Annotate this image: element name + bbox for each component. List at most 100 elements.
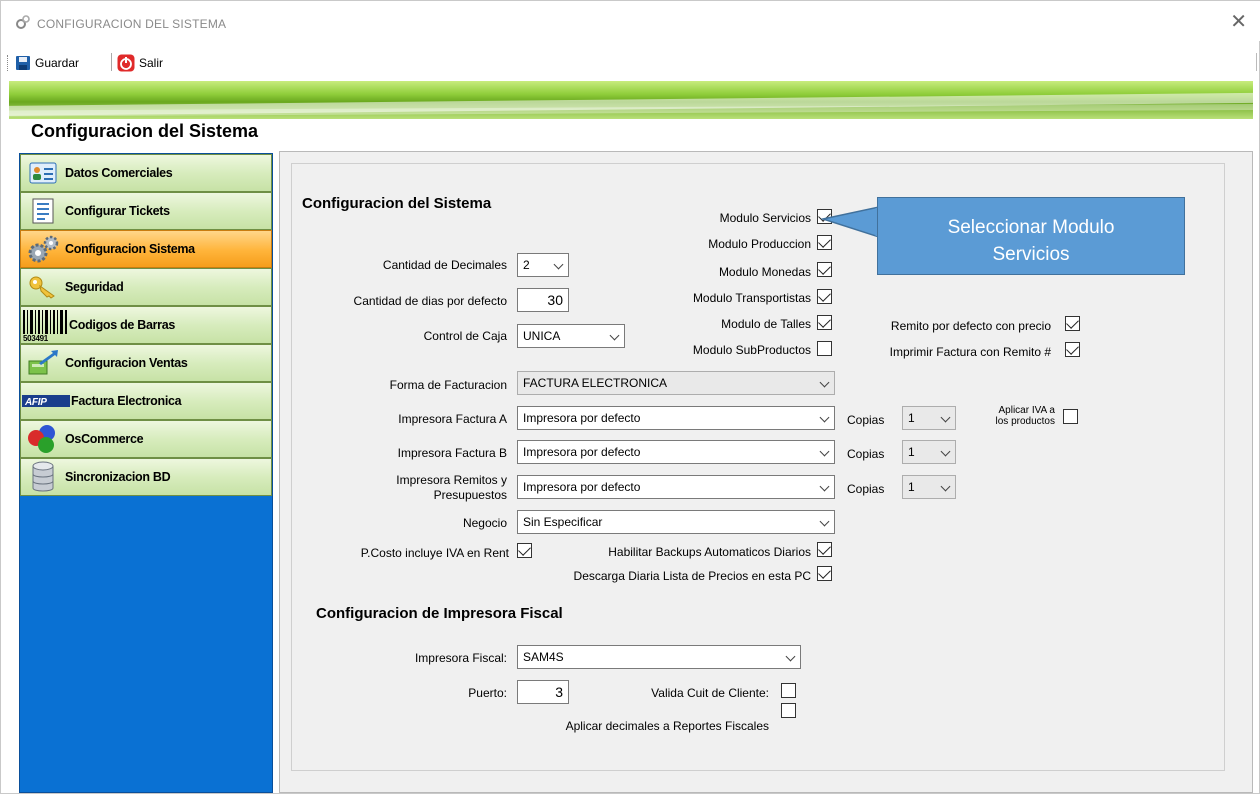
sales-arrow-icon: [21, 345, 65, 381]
colored-balls-icon: [21, 421, 65, 457]
download-prices-checkbox[interactable]: [817, 566, 832, 581]
exit-button[interactable]: Salir: [117, 53, 163, 73]
cash-control-value: UNICA: [523, 329, 561, 343]
printer-a-label: Impresora Factura A: [398, 412, 507, 426]
sidebar-item-label: Sincronizacion BD: [65, 470, 171, 484]
sidebar-item-label: Configurar Tickets: [65, 204, 170, 218]
iva-checkbox[interactable]: [1063, 409, 1078, 424]
power-icon: [117, 54, 135, 72]
database-icon: [21, 459, 65, 495]
fiscal-printer-value: SAM4S: [523, 650, 564, 664]
toolbar-grip[interactable]: [7, 55, 10, 71]
cost-iva-checkbox[interactable]: [517, 543, 532, 558]
config-window: CONFIGURACION DEL SISTEMA ✕ Guardar Sali…: [0, 0, 1260, 794]
title-bar: CONFIGURACION DEL SISTEMA ✕: [1, 1, 1260, 41]
copies-remitos-value: 1: [908, 480, 915, 494]
download-prices-label: Descarga Diaria Lista de Precios en esta…: [573, 569, 811, 583]
printer-remitos-label: Impresora Remitos y Presupuestos: [301, 473, 507, 503]
save-button[interactable]: Guardar: [15, 53, 79, 73]
copies-b-select[interactable]: 1: [902, 440, 956, 464]
sidebar-item-label: Factura Electronica: [71, 394, 182, 408]
decimals-select[interactable]: 2: [517, 253, 569, 277]
validate-cuit-checkbox[interactable]: [781, 683, 796, 698]
sidebar-item-codigos-de-barras[interactable]: 503491 Codigos de Barras: [20, 306, 272, 344]
days-input[interactable]: 30: [517, 288, 569, 312]
system-heading: Configuracion del Sistema: [302, 195, 492, 212]
sidebar: Datos Comerciales Configurar Tickets Con…: [19, 153, 273, 793]
fiscal-printer-select[interactable]: SAM4S: [517, 645, 801, 669]
backups-checkbox[interactable]: [817, 542, 832, 557]
validate-cuit-label: Valida Cuit de Cliente:: [651, 686, 769, 700]
sidebar-item-configuracion-sistema[interactable]: Configuracion Sistema: [20, 230, 272, 268]
sidebar-item-oscommerce[interactable]: OsCommerce: [20, 420, 272, 458]
chevron-down-icon: [940, 412, 951, 423]
toolbar-end-separator: [1256, 53, 1257, 71]
chevron-down-icon: [819, 481, 830, 492]
sidebar-item-configuracion-ventas[interactable]: Configuracion Ventas: [20, 344, 272, 382]
fiscal-decimals-label: Aplicar decimales a Reportes Fiscales: [565, 719, 769, 733]
close-icon[interactable]: ✕: [1230, 11, 1247, 31]
module-subproductos-checkbox[interactable]: [817, 341, 832, 356]
sidebar-item-label: Codigos de Barras: [69, 318, 176, 332]
copies-a-value: 1: [908, 411, 915, 425]
copies-a-select[interactable]: 1: [902, 406, 956, 430]
business-select[interactable]: Sin Especificar: [517, 510, 835, 534]
chevron-down-icon: [819, 446, 830, 457]
header-banner: [9, 81, 1253, 119]
chevron-down-icon: [785, 651, 796, 662]
decimals-value: 2: [523, 258, 530, 272]
gears-icon: [16, 15, 30, 29]
module-monedas-checkbox[interactable]: [817, 262, 832, 277]
module-talles-checkbox[interactable]: [817, 315, 832, 330]
iva-label: Aplicar IVA a los productos: [971, 405, 1055, 427]
svg-text:503491: 503491: [23, 334, 49, 342]
printer-remitos-select[interactable]: Impresora por defecto: [517, 475, 835, 499]
sidebar-item-configurar-tickets[interactable]: Configurar Tickets: [20, 192, 272, 230]
printer-b-select[interactable]: Impresora por defecto: [517, 440, 835, 464]
sidebar-item-factura-electronica[interactable]: AFIP Factura Electronica: [20, 382, 272, 420]
toolbar: Guardar Salir: [1, 49, 1260, 77]
copies-remitos-select[interactable]: 1: [902, 475, 956, 499]
callout-text: Seleccionar Modulo Servicios: [878, 214, 1184, 268]
chevron-down-icon: [609, 330, 620, 341]
port-input[interactable]: 3: [517, 680, 569, 704]
sidebar-item-sincronizacion-bd[interactable]: Sincronizacion BD: [20, 458, 272, 496]
remito-price-checkbox[interactable]: [1065, 316, 1080, 331]
key-icon: [21, 269, 65, 305]
module-servicios-label: Modulo Servicios: [719, 211, 811, 225]
billing-value: FACTURA ELECTRONICA: [523, 376, 668, 390]
toolbar-separator: [111, 53, 112, 71]
module-transportistas-label: Modulo Transportistas: [692, 291, 811, 305]
contact-card-icon: [21, 155, 65, 191]
sidebar-item-datos-comerciales[interactable]: Datos Comerciales: [20, 154, 272, 192]
billing-select[interactable]: FACTURA ELECTRONICA: [517, 371, 835, 395]
chevron-down-icon: [819, 412, 830, 423]
sidebar-item-seguridad[interactable]: Seguridad: [20, 268, 272, 306]
module-subproductos-label: Modulo SubProductos: [692, 343, 811, 357]
sidebar-item-label: Configuracion Sistema: [65, 242, 195, 256]
copies-a-label: Copias: [847, 413, 885, 427]
business-value: Sin Especificar: [523, 515, 603, 529]
fiscal-printer-label: Impresora Fiscal:: [414, 651, 507, 665]
module-monedas-label: Modulo Monedas: [718, 265, 811, 279]
svg-text:AFIP: AFIP: [24, 397, 47, 408]
module-transportistas-checkbox[interactable]: [817, 289, 832, 304]
page-title: Configuracion del Sistema: [31, 121, 259, 141]
business-label: Negocio: [462, 516, 507, 530]
window-title: CONFIGURACION DEL SISTEMA: [37, 17, 227, 31]
billing-label: Forma de Facturacion: [389, 378, 507, 392]
printer-remitos-value: Impresora por defecto: [523, 480, 641, 494]
printer-a-select[interactable]: Impresora por defecto: [517, 406, 835, 430]
chevron-down-icon: [819, 377, 830, 388]
sidebar-item-label: OsCommerce: [65, 432, 144, 446]
days-label: Cantidad de dias por defecto: [353, 294, 507, 308]
afip-logo-icon: AFIP: [21, 383, 71, 419]
print-invoice-checkbox[interactable]: [1065, 342, 1080, 357]
fiscal-decimals-checkbox[interactable]: [781, 703, 796, 718]
floppy-disk-icon: [16, 56, 30, 70]
module-talles-label: Modulo de Talles: [721, 317, 811, 331]
printer-remitos-label-line-2: Presupuestos: [433, 488, 507, 502]
sidebar-item-label: Seguridad: [65, 280, 124, 294]
printer-remitos-label-line-1: Impresora Remitos y: [396, 473, 507, 487]
iva-label-line-1: Aplicar IVA a: [998, 405, 1055, 416]
